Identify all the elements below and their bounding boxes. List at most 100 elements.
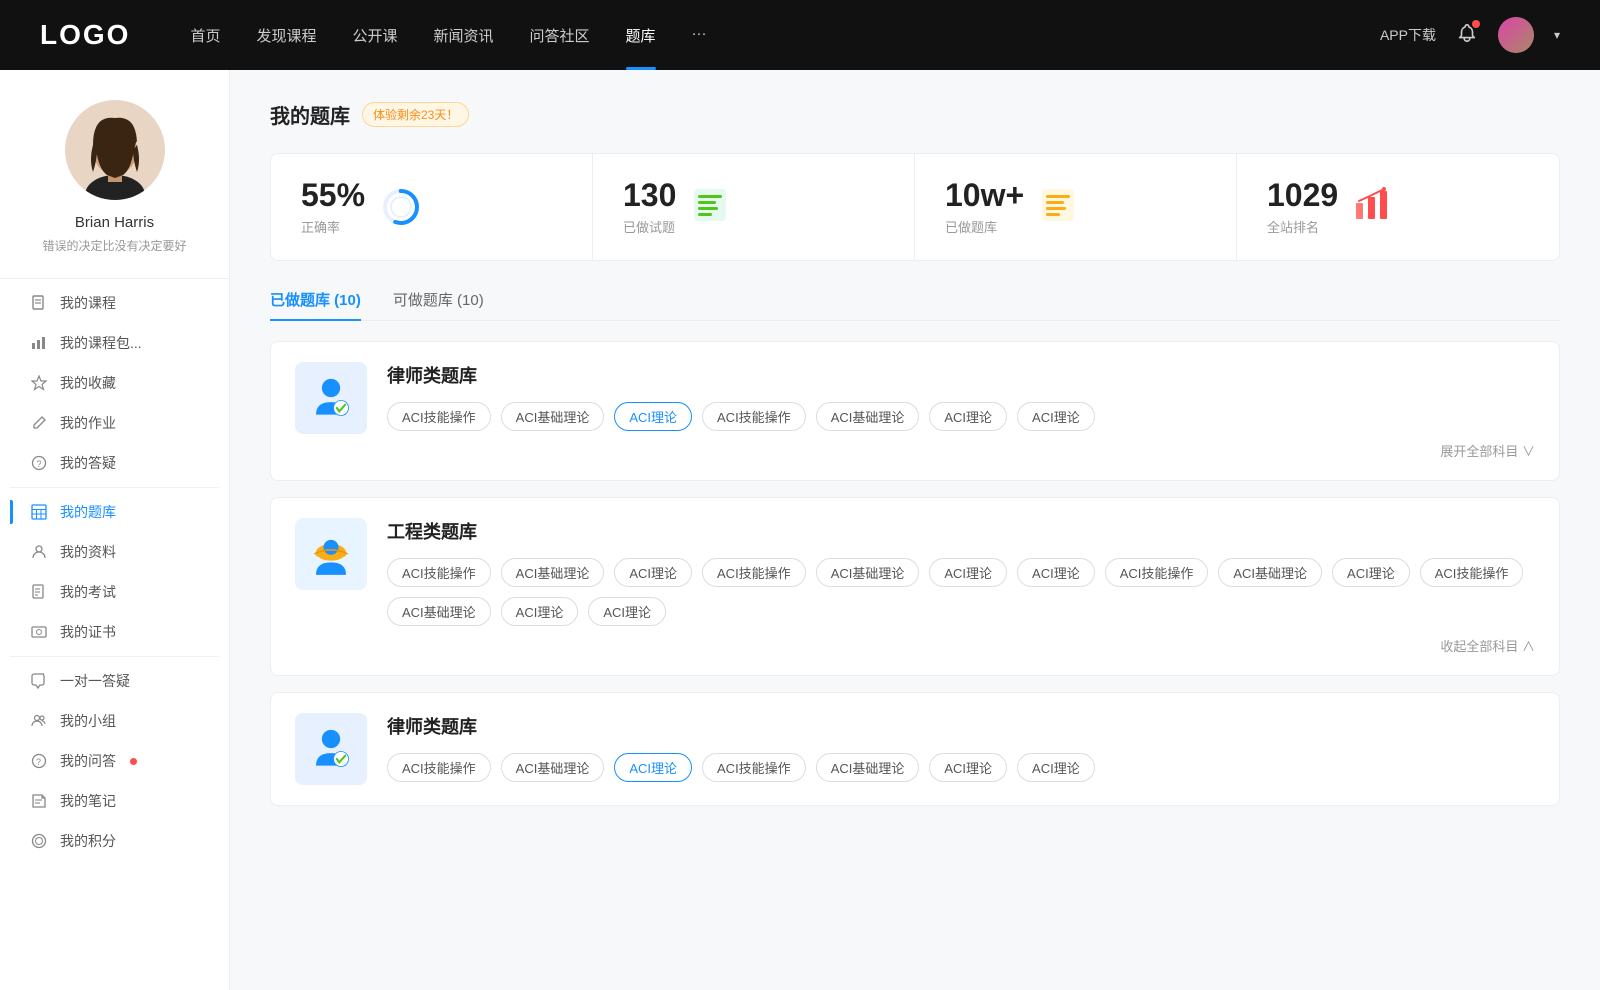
eng-tag-0[interactable]: ACI技能操作 xyxy=(387,558,491,587)
qbank-tag-5[interactable]: ACI理论 xyxy=(929,402,1007,431)
sidebar-label-my-favorites: 我的收藏 xyxy=(60,373,116,393)
nav-open-course[interactable]: 公开课 xyxy=(352,25,397,46)
nav-qa[interactable]: 问答社区 xyxy=(530,25,590,46)
eng-tag-3[interactable]: ACI技能操作 xyxy=(702,558,806,587)
l2-tag-6[interactable]: ACI理论 xyxy=(1017,753,1095,782)
eng-tag-1[interactable]: ACI基础理论 xyxy=(501,558,605,587)
nav-more[interactable]: ··· xyxy=(692,25,707,46)
sidebar-item-my-qbank[interactable]: 我的题库 xyxy=(10,492,219,532)
eng-tag-2[interactable]: ACI理论 xyxy=(614,558,692,587)
eng-tag-7[interactable]: ACI技能操作 xyxy=(1105,558,1209,587)
eng-tag-12[interactable]: ACI理论 xyxy=(501,597,579,626)
qbank-tabs: 已做题库 (10) 可做题库 (10) xyxy=(270,289,1560,321)
qbank-tag-1[interactable]: ACI基础理论 xyxy=(501,402,605,431)
stat-done-banks-label: 已做题库 xyxy=(945,217,1024,236)
avatar-dropdown-chevron[interactable]: ▾ xyxy=(1554,28,1560,42)
sidebar-item-my-favorites[interactable]: 我的收藏 xyxy=(10,363,219,403)
eng-tag-4[interactable]: ACI基础理论 xyxy=(816,558,920,587)
page-header: 我的题库 体验剩余23天！ xyxy=(270,100,1560,129)
stat-accuracy-icon xyxy=(381,187,421,227)
stats-row: 55% 正确率 130 已做试题 xyxy=(270,153,1560,261)
l2-tag-4[interactable]: ACI基础理论 xyxy=(816,753,920,782)
points-icon xyxy=(30,832,48,850)
nav-discover[interactable]: 发现课程 xyxy=(256,25,316,46)
stat-done-questions-label: 已做试题 xyxy=(623,217,676,236)
stat-rank: 1029 全站排名 xyxy=(1237,154,1559,260)
sidebar-avatar xyxy=(65,100,165,200)
stat-rank-icon xyxy=(1354,187,1394,227)
nav-qbank[interactable]: 题库 xyxy=(626,25,656,46)
sidebar-item-my-exam[interactable]: 我的考试 xyxy=(10,572,219,612)
navbar-right: APP下载 ▾ xyxy=(1380,17,1560,53)
app-download-button[interactable]: APP下载 xyxy=(1380,25,1436,45)
stat-rank-label: 全站排名 xyxy=(1267,217,1338,236)
qbank-tags-lawyer-2: ACI技能操作 ACI基础理论 ACI理论 ACI技能操作 ACI基础理论 AC… xyxy=(387,753,1535,782)
qbank-icon-engineer-1 xyxy=(295,518,367,590)
notification-bell[interactable] xyxy=(1456,22,1478,49)
nav-home[interactable]: 首页 xyxy=(190,25,220,46)
star-icon xyxy=(30,374,48,392)
qbank-tag-0[interactable]: ACI技能操作 xyxy=(387,402,491,431)
l2-tag-5[interactable]: ACI理论 xyxy=(929,753,1007,782)
eng-tag-9[interactable]: ACI理论 xyxy=(1332,558,1410,587)
sidebar-item-my-course-pkg[interactable]: 我的课程包... xyxy=(10,323,219,363)
eng-tag-11[interactable]: ACI基础理论 xyxy=(387,597,491,626)
sidebar-item-my-courses[interactable]: 我的课程 xyxy=(10,283,219,323)
stat-accuracy-label: 正确率 xyxy=(301,217,365,236)
stat-done-questions-value: 130 xyxy=(623,178,676,213)
qbank-card-engineer-1: 工程类题库 ACI技能操作 ACI基础理论 ACI理论 ACI技能操作 ACI基… xyxy=(270,497,1560,676)
sidebar-label-my-qbank: 我的题库 xyxy=(60,502,116,522)
sidebar-divider-1 xyxy=(10,487,219,488)
l2-tag-2[interactable]: ACI理论 xyxy=(614,753,692,782)
sidebar-item-my-profile[interactable]: 我的资料 xyxy=(10,532,219,572)
qbank-tag-2[interactable]: ACI理论 xyxy=(614,402,692,431)
qbank-expand-lawyer-1[interactable]: 展开全部科目 ∨ xyxy=(387,441,1535,460)
svg-text:?: ? xyxy=(36,757,41,767)
qbank-card-lawyer-2: 律师类题库 ACI技能操作 ACI基础理论 ACI理论 ACI技能操作 ACI基… xyxy=(270,692,1560,806)
navbar-nav: 首页 发现课程 公开课 新闻资讯 问答社区 题库 ··· xyxy=(190,25,1380,46)
qbank-tag-6[interactable]: ACI理论 xyxy=(1017,402,1095,431)
navbar: LOGO 首页 发现课程 公开课 新闻资讯 问答社区 题库 ··· APP下载 … xyxy=(0,0,1600,70)
sidebar-item-one-on-one[interactable]: 一对一答疑 xyxy=(10,661,219,701)
nav-news[interactable]: 新闻资讯 xyxy=(434,25,494,46)
qbank-expand-engineer-1[interactable]: 收起全部科目 ∧ xyxy=(387,636,1535,655)
sidebar-item-my-group[interactable]: 我的小组 xyxy=(10,701,219,741)
svg-text:?: ? xyxy=(37,459,42,469)
eng-tag-10[interactable]: ACI技能操作 xyxy=(1420,558,1524,587)
sidebar-item-my-cert[interactable]: 我的证书 xyxy=(10,612,219,652)
sidebar-item-my-answers[interactable]: ? 我的问答 xyxy=(10,741,219,781)
sidebar-label-my-course-pkg: 我的课程包... xyxy=(60,333,142,353)
sidebar-item-my-notes[interactable]: 我的笔记 xyxy=(10,781,219,821)
file-text-icon xyxy=(30,583,48,601)
sidebar-item-my-points[interactable]: 我的积分 xyxy=(10,821,219,861)
eng-tag-13[interactable]: ACI理论 xyxy=(588,597,666,626)
l2-tag-3[interactable]: ACI技能操作 xyxy=(702,753,806,782)
l2-tag-0[interactable]: ACI技能操作 xyxy=(387,753,491,782)
stat-accuracy-info: 55% 正确率 xyxy=(301,178,365,236)
qbank-tag-4[interactable]: ACI基础理论 xyxy=(816,402,920,431)
qa-icon: ? xyxy=(30,752,48,770)
l2-tag-1[interactable]: ACI基础理论 xyxy=(501,753,605,782)
stat-accuracy-value: 55% xyxy=(301,178,365,213)
tab-done-banks[interactable]: 已做题库 (10) xyxy=(270,289,361,320)
eng-tag-8[interactable]: ACI基础理论 xyxy=(1218,558,1322,587)
stat-accuracy: 55% 正确率 xyxy=(271,154,593,260)
cert-icon xyxy=(30,623,48,641)
qbank-card-header-lawyer-2: 律师类题库 ACI技能操作 ACI基础理论 ACI理论 ACI技能操作 ACI基… xyxy=(295,713,1535,785)
eng-tag-5[interactable]: ACI理论 xyxy=(929,558,1007,587)
sidebar-item-my-homework[interactable]: 我的作业 xyxy=(10,403,219,443)
qbank-tag-3[interactable]: ACI技能操作 xyxy=(702,402,806,431)
trial-badge: 体验剩余23天！ xyxy=(362,102,469,127)
sidebar-menu: 我的课程 我的课程包... 我的收藏 我的作业 xyxy=(0,283,229,861)
sidebar-item-my-questions[interactable]: ? 我的答疑 xyxy=(10,443,219,483)
tab-available-banks[interactable]: 可做题库 (10) xyxy=(393,289,484,320)
team-icon xyxy=(30,712,48,730)
navbar-avatar[interactable] xyxy=(1498,17,1534,53)
qbank-tags-engineer-1-row1: ACI技能操作 ACI基础理论 ACI理论 ACI技能操作 ACI基础理论 AC… xyxy=(387,558,1535,626)
sidebar-label-one-on-one: 一对一答疑 xyxy=(60,671,130,691)
sidebar-label-my-exam: 我的考试 xyxy=(60,582,116,602)
eng-tag-6[interactable]: ACI理论 xyxy=(1017,558,1095,587)
question-circle-icon: ? xyxy=(30,454,48,472)
my-answers-dot xyxy=(130,758,137,765)
stat-done-banks: 10w+ 已做题库 xyxy=(915,154,1237,260)
